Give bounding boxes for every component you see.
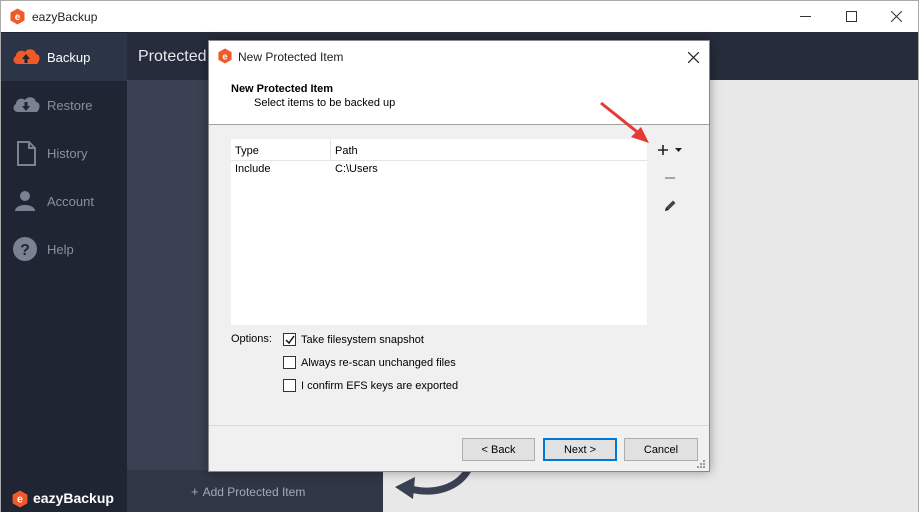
resize-grip-icon[interactable] <box>696 459 706 469</box>
add-item-dropdown-button[interactable] <box>655 139 685 161</box>
rescan-checkbox[interactable]: Always re-scan unchanged files <box>283 355 483 371</box>
sidebar-item-account[interactable]: Account <box>1 177 127 225</box>
brand-name: eazyBackup <box>33 490 114 506</box>
cloud-upload-icon <box>13 49 40 64</box>
svg-text:e: e <box>17 494 23 506</box>
dialog-divider <box>209 425 709 426</box>
checkbox-box[interactable] <box>283 379 296 392</box>
dialog-heading: New Protected Item <box>231 83 334 95</box>
sidebar-item-label: Restore <box>47 98 93 113</box>
row-path: C:\Users <box>335 163 378 175</box>
back-button[interactable]: < Back <box>462 438 535 461</box>
cancel-button[interactable]: Cancel <box>624 438 698 461</box>
checkbox-label[interactable]: Take filesystem snapshot <box>301 334 424 346</box>
checkbox-box[interactable] <box>283 356 296 369</box>
cloud-download-icon <box>13 97 40 112</box>
row-type: Include <box>235 163 271 175</box>
checkbox-label[interactable]: Always re-scan unchanged files <box>301 357 456 369</box>
brand-logo: e eazyBackup <box>11 488 123 510</box>
sidebar-item-label: Help <box>47 242 74 257</box>
chevron-down-icon <box>675 148 682 152</box>
close-button[interactable] <box>873 1 919 32</box>
table-row[interactable]: Include C:\Users <box>231 161 647 179</box>
add-protected-item-button[interactable]: + Add Protected Item <box>127 470 383 512</box>
column-separator[interactable] <box>330 139 331 160</box>
sidebar-item-label: Account <box>47 194 94 209</box>
svg-text:?: ? <box>20 242 30 259</box>
plus-icon <box>658 145 668 155</box>
document-icon <box>17 141 36 166</box>
sidebar-item-backup[interactable]: Backup <box>1 33 127 81</box>
maximize-button[interactable] <box>828 1 874 32</box>
items-list[interactable]: Type Path Include C:\Users <box>231 139 647 325</box>
sidebar: Backup Restore History Account ? Help e … <box>1 32 127 512</box>
annotation-arrow-icon <box>600 101 649 143</box>
sidebar-item-label: Backup <box>47 50 91 65</box>
close-icon <box>687 51 699 63</box>
list-header: Type Path <box>231 139 647 161</box>
pencil-icon <box>665 200 676 211</box>
plus-icon: + <box>191 484 199 499</box>
column-header-type[interactable]: Type <box>235 145 259 157</box>
column-header-path[interactable]: Path <box>335 145 358 157</box>
checkmark-icon <box>284 335 295 344</box>
edit-item-button[interactable] <box>655 195 685 217</box>
sidebar-item-label: History <box>47 146 88 161</box>
app-logo-icon: e <box>10 8 25 25</box>
add-protected-item-label: + Add Protected Item <box>191 484 305 499</box>
minimize-button[interactable] <box>782 1 828 32</box>
snapshot-checkbox[interactable]: Take filesystem snapshot <box>283 332 483 348</box>
dialog-title: New Protected Item <box>238 50 344 64</box>
sidebar-item-help[interactable]: ? Help <box>1 225 127 273</box>
window-title: eazyBackup <box>32 10 98 24</box>
app-logo-icon: e <box>218 48 232 64</box>
dialog-subheading: Select items to be backed up <box>254 97 396 109</box>
sidebar-item-restore[interactable]: Restore <box>1 81 127 129</box>
minus-icon <box>665 177 675 179</box>
minimize-icon <box>799 16 811 17</box>
efs-keys-checkbox[interactable]: I confirm EFS keys are exported <box>283 378 483 394</box>
app-logo-icon: e <box>12 490 28 508</box>
help-icon: ? <box>13 237 37 261</box>
checkbox-box[interactable] <box>283 333 296 346</box>
add-protected-item-text: Add Protected Item <box>202 485 306 499</box>
dialog-close-button[interactable] <box>681 46 705 68</box>
svg-text:e: e <box>222 50 227 61</box>
options-label: Options: <box>231 333 272 345</box>
close-icon <box>890 11 902 22</box>
next-button[interactable]: Next > <box>543 438 617 461</box>
user-icon <box>15 191 35 211</box>
dialog-title-bar: e New Protected Item <box>209 41 709 71</box>
title-bar: e eazyBackup <box>1 1 918 32</box>
sidebar-item-history[interactable]: History <box>1 129 127 177</box>
svg-text:e: e <box>15 12 21 23</box>
maximize-icon <box>845 11 857 22</box>
remove-item-button[interactable] <box>655 167 685 189</box>
checkbox-label[interactable]: I confirm EFS keys are exported <box>301 380 458 392</box>
new-protected-item-dialog: e New Protected Item New Protected Item … <box>208 40 710 472</box>
